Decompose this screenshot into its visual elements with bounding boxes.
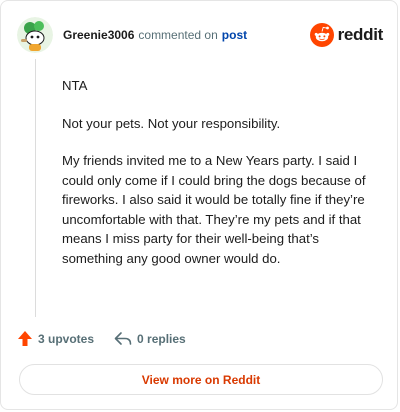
comment-meta: Greenie3006 commented on post (63, 28, 310, 42)
comment-header: Greenie3006 commented on post reddit (17, 15, 383, 55)
view-more-button[interactable]: View more on Reddit (19, 364, 383, 395)
comment-paragraph: Not your pets. Not your responsibility. (62, 115, 281, 131)
comment-paragraph: My friends invited me to a New Years par… (62, 153, 366, 266)
comment-body: NTA Not your pets. Not your responsibili… (62, 76, 382, 286)
upvote-button[interactable]: 3 upvotes (17, 330, 94, 347)
upvote-count: 3 upvotes (38, 331, 95, 346)
username[interactable]: Greenie3006 (63, 28, 134, 42)
reply-count: 0 replies (137, 331, 186, 346)
replies-button[interactable]: 0 replies (114, 331, 186, 347)
comment-paragraph: NTA (62, 78, 88, 93)
user-avatar[interactable] (17, 17, 53, 53)
reddit-logo[interactable]: reddit (309, 23, 384, 47)
snoo-avatar-icon (17, 17, 53, 53)
reddit-comment-card: Greenie3006 commented on post reddit NTA… (0, 0, 398, 410)
post-link[interactable]: post (222, 28, 247, 42)
view-more-label: View more on Reddit (141, 372, 261, 387)
reply-arrow-icon (114, 331, 132, 345)
reddit-snoo-icon (309, 23, 334, 47)
upvote-arrow-icon (18, 331, 32, 346)
reddit-wordmark: reddit (337, 25, 384, 44)
thread-line (35, 59, 36, 317)
commented-on-text: commented on (138, 28, 218, 42)
comment-actions: 3 upvotes 0 replies (17, 330, 186, 347)
